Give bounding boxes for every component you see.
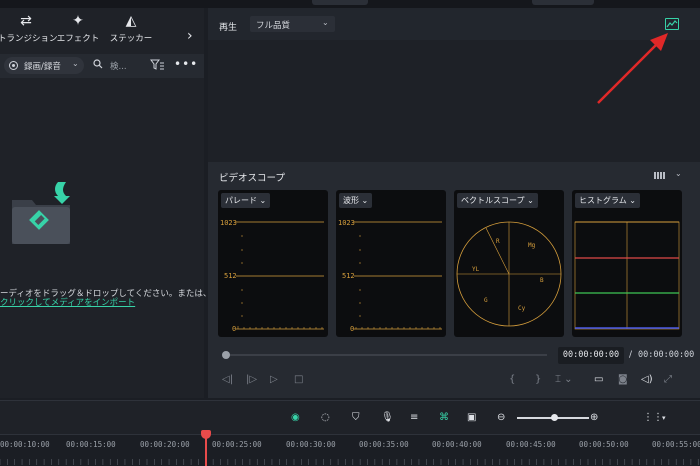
display-icon[interactable]: ▭	[594, 374, 603, 386]
time-separator: /	[629, 350, 633, 360]
preview-panel: 再生 フル品質 ⌄	[208, 8, 700, 162]
voiceover-icon[interactable]: ≡	[410, 412, 418, 424]
chevron-down-icon[interactable]: ⌄	[675, 169, 682, 178]
asset-toolbar: ⇄ トランジション ✦ エフェクト ◭ ステッカー ›	[0, 8, 204, 52]
motion-track-icon[interactable]: ◌	[321, 412, 330, 424]
chevron-down-icon: ⌄	[72, 59, 79, 68]
histogram-dropdown[interactable]: ヒストグラム ⌄	[575, 193, 641, 208]
ai-face-icon[interactable]: ◉	[291, 412, 300, 424]
zoom-in-icon[interactable]: ⊕	[590, 412, 598, 424]
mark-out-icon[interactable]: }	[535, 374, 541, 386]
current-time-field[interactable]: 00:00:00:00	[558, 347, 624, 364]
more-icon[interactable]: •••	[174, 57, 198, 71]
chevron-right-icon[interactable]: ›	[187, 28, 193, 44]
scope-waveform: 波形 ⌄ 1023 512 0	[336, 190, 446, 337]
transition-icon: ⇄	[20, 13, 32, 29]
vectorscope-graph	[456, 221, 562, 327]
playhead-line[interactable]	[205, 432, 207, 466]
zoom-slider-handle[interactable]	[551, 414, 558, 421]
snapshot-icon[interactable]: ◙	[618, 374, 628, 386]
stop-icon[interactable]: □	[294, 374, 303, 386]
zoom-out-icon[interactable]: ⊖	[497, 412, 505, 424]
volume-icon[interactable]: ◁)	[641, 374, 653, 386]
fullscreen-icon[interactable]: ⤢	[664, 374, 672, 386]
mark-in-icon[interactable]: {	[509, 374, 515, 386]
search-input[interactable]: 検...	[110, 60, 127, 72]
next-frame-icon[interactable]: |▷	[246, 374, 257, 386]
waveform-dropdown[interactable]: 波形 ⌄	[339, 193, 373, 208]
media-filter-bar: 録画/録音 ⌄ 検... •••	[0, 54, 204, 78]
playback-progress-bar[interactable]	[225, 354, 547, 356]
filter-icon[interactable]	[150, 59, 164, 71]
quality-dropdown[interactable]: フル品質 ⌄	[250, 16, 335, 32]
snapshot-frame-icon[interactable]: ▣	[467, 412, 476, 424]
sticker-icon: ◭	[125, 13, 137, 29]
import-media-link[interactable]: クリックしてメディアをインポート	[0, 296, 135, 308]
top-strip	[0, 0, 700, 8]
parade-dropdown[interactable]: パレード ⌄	[221, 193, 271, 208]
playback-label: 再生	[219, 23, 238, 33]
scope-vectorscope: ベクトルスコープ ⌄ R Mg YL B G Cy	[454, 190, 564, 337]
layout-grid-icon[interactable]	[654, 172, 666, 179]
shield-icon[interactable]: ⛉	[352, 412, 360, 424]
timeline-ruler[interactable]: 00:00:10:00 00:00:15:00 00:00:20:00 00:0…	[0, 434, 700, 466]
scope-title: ビデオスコープ	[219, 173, 285, 184]
effects-icon: ✦	[72, 13, 84, 29]
chevron-down-icon: ⌄	[322, 18, 329, 27]
tool-effects[interactable]: ✦ エフェクト	[50, 12, 106, 52]
track-layout-icon[interactable]: ⋮⋮	[643, 412, 663, 424]
insert-icon[interactable]: ⌶ ⌄	[555, 374, 573, 386]
import-folder-icon[interactable]	[10, 180, 74, 246]
record-filter-dropdown[interactable]: 録画/録音 ⌄	[4, 57, 84, 74]
ruler-ticks	[0, 459, 699, 465]
timeline-toolbar: ◉ ◌ ⛉ 🎙 ≡ ⌘ ▣ ⊖ ⊕ ⋮⋮ ▾	[0, 400, 700, 434]
preview-canvas	[208, 40, 700, 162]
video-scope-panel: ビデオスコープ ⌄ パレード ⌄ 1023 512 0 波形 ⌄ 1023 51…	[208, 162, 700, 398]
playback-scrubber-handle[interactable]	[222, 351, 230, 359]
scene-split-icon[interactable]: ⌘	[439, 412, 449, 424]
tool-sticker[interactable]: ◭ ステッカー	[103, 12, 159, 52]
scope-parade: パレード ⌄ 1023 512 0	[218, 190, 328, 337]
record-icon	[9, 61, 18, 70]
total-duration: 00:00:00:00	[638, 350, 695, 360]
top-tab[interactable]	[532, 0, 594, 5]
vectorscope-dropdown[interactable]: ベクトルスコープ ⌄	[457, 193, 538, 208]
top-tab[interactable]	[312, 0, 368, 5]
tool-transition[interactable]: ⇄ トランジション	[0, 12, 58, 52]
microphone-icon[interactable]: 🎙	[381, 412, 394, 424]
histogram-graph	[574, 221, 680, 330]
play-icon[interactable]: ▷	[270, 374, 278, 386]
video-scope-toggle-icon[interactable]	[665, 18, 679, 30]
previous-frame-icon[interactable]: ◁|	[222, 374, 233, 386]
preview-header: 再生 フル品質 ⌄	[208, 8, 700, 40]
scope-histogram: ヒストグラム ⌄	[572, 190, 682, 337]
chevron-down-icon[interactable]: ▾	[662, 412, 666, 424]
search-icon[interactable]	[93, 59, 103, 69]
